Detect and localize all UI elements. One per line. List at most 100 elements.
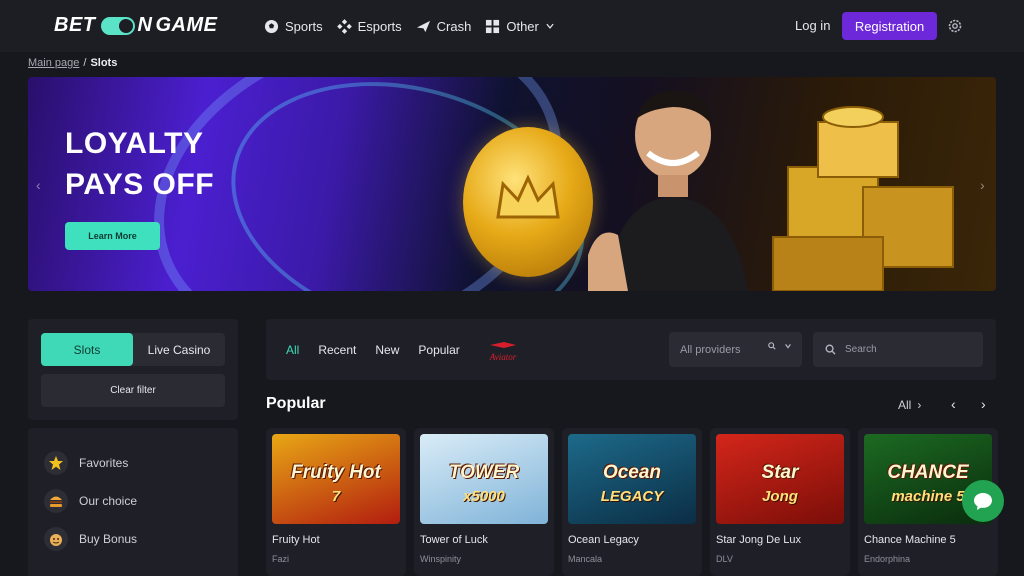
game-card[interactable]: Fruity Hot 7 Fruity Hot Fazi [266, 428, 406, 576]
grid-icon [486, 19, 500, 33]
game-provider: Endorphina [864, 554, 911, 564]
game-provider: DLV [716, 554, 733, 564]
category-our-choice-label: Our choice [79, 494, 138, 508]
brand-logo[interactable]: BET N GAME [54, 14, 217, 37]
logo-text-n: N [137, 14, 153, 36]
game-name: Chance Machine 5 [864, 534, 956, 546]
category-favorites[interactable]: Favorites [44, 451, 128, 475]
game-card[interactable]: Star Jong Star Jong De Lux DLV [710, 428, 850, 576]
game-provider: Fazi [272, 554, 290, 564]
game-card[interactable]: TOWER x5000 Tower of Luck Winspinity [414, 428, 554, 576]
thumbnail-title: Ocean [602, 462, 662, 483]
game-name: Star Jong De Lux [716, 534, 801, 546]
popular-section-title: Popular [266, 395, 326, 412]
logo-text-bet: BET [54, 14, 96, 36]
nav-esports-label: Esports [357, 18, 402, 34]
banner-title-line1: LOYALTY [65, 127, 204, 160]
main-nav: Sports Esports Crash Other [264, 0, 555, 52]
game-provider: Mancala [568, 554, 603, 564]
see-all-link[interactable]: All › [898, 398, 921, 412]
banner-next-arrow[interactable]: › [980, 177, 985, 193]
login-link[interactable]: Log in [795, 18, 830, 33]
search-box [813, 332, 983, 367]
banner-title: LOYALTY PAYS OFF [65, 123, 325, 205]
star-icon [44, 451, 68, 475]
thumbnail-title: CHANCE [887, 462, 969, 483]
crown-icon [496, 174, 560, 219]
chat-bubble-icon [974, 493, 992, 510]
category-buy-bonus[interactable]: Buy Bonus [44, 527, 137, 551]
game-provider: Winspinity [420, 554, 462, 564]
search-icon [768, 342, 776, 350]
category-favorites-label: Favorites [79, 456, 129, 470]
chevron-down-icon [785, 344, 791, 349]
nav-crash[interactable]: Crash [416, 18, 472, 34]
game-card[interactable]: Ocean LEGACY Ocean Legacy Mancala [562, 428, 702, 576]
game-name: Fruity Hot [272, 534, 320, 546]
game-type-switch: Slots Live Casino [41, 333, 225, 366]
search-input[interactable] [845, 344, 965, 355]
carousel-next-button[interactable]: › [981, 396, 986, 412]
burger-icon [44, 489, 68, 513]
nav-sports-label: Sports [285, 18, 323, 34]
nav-sports[interactable]: Sports [264, 19, 323, 34]
top-header: BET N GAME Sports Esports Crash Other Lo… [0, 0, 1024, 52]
promo-banner[interactable]: LOYALTY PAYS OFF Learn More ‹ › [28, 77, 996, 291]
gear-icon[interactable] [947, 18, 963, 34]
chevron-right-icon: › [917, 398, 922, 412]
nav-esports[interactable]: Esports [336, 18, 402, 34]
thumbnail-subtitle: LEGACY [600, 488, 664, 505]
search-icon [825, 344, 836, 355]
see-all-label: All [898, 398, 912, 412]
registration-button[interactable]: Registration [842, 12, 937, 40]
clear-filter-button[interactable]: Clear filter [41, 374, 225, 407]
banner-prev-arrow[interactable]: ‹ [36, 177, 41, 193]
slots-tab[interactable]: Slots [41, 333, 133, 366]
thumbnail-title: Star [761, 462, 799, 483]
thumbnail-subtitle: Jong [762, 488, 798, 505]
learn-more-button[interactable]: Learn More [65, 222, 160, 250]
banner-title-line2: PAYS OFF [65, 168, 215, 201]
providers-dropdown[interactable]: All providers [669, 332, 802, 367]
filter-bar: All Recent New Popular Aviator All provi… [266, 319, 996, 380]
breadcrumb: Main page / Slots [28, 57, 117, 69]
carousel-prev-button[interactable]: ‹ [951, 396, 956, 412]
thumbnail-title: TOWER [448, 462, 520, 483]
nav-other[interactable]: Other [485, 19, 555, 34]
game-thumbnail[interactable]: Star Jong [716, 434, 844, 524]
aviator-logo[interactable]: Aviator [484, 339, 522, 365]
plane-icon [416, 20, 430, 32]
smiling-man-image [588, 90, 748, 291]
providers-controls [768, 342, 792, 353]
tab-all[interactable]: All [286, 343, 299, 357]
category-buy-bonus-label: Buy Bonus [79, 532, 138, 546]
breadcrumb-separator: / [83, 57, 87, 69]
game-name: Ocean Legacy [568, 534, 639, 546]
bonus-icon [44, 527, 68, 551]
category-our-choice[interactable]: Our choice [44, 489, 137, 513]
logo-o-icon [100, 16, 135, 35]
live-casino-tab[interactable]: Live Casino [133, 333, 225, 366]
chat-button[interactable] [962, 480, 1004, 522]
thumbnail-subtitle: x5000 [463, 488, 505, 505]
filter-tabs: All Recent New Popular [286, 319, 479, 380]
game-type-panel: Slots Live Casino Clear filter [28, 319, 238, 420]
thumbnail-subtitle: 7 [331, 488, 341, 505]
game-thumbnail[interactable]: Ocean LEGACY [568, 434, 696, 524]
tab-popular[interactable]: Popular [418, 343, 459, 357]
chevron-down-icon [546, 23, 554, 29]
nav-crash-label: Crash [436, 18, 472, 34]
gamepad-icon [336, 18, 352, 34]
providers-placeholder: All providers [680, 343, 741, 356]
thumbnail-title: Fruity Hot [291, 462, 381, 483]
tab-recent[interactable]: Recent [318, 343, 356, 357]
tab-new[interactable]: New [375, 343, 399, 357]
breadcrumb-current: Slots [90, 57, 118, 69]
game-name: Tower of Luck [420, 534, 488, 546]
game-thumbnail[interactable]: TOWER x5000 [420, 434, 548, 524]
nav-other-label: Other [506, 18, 539, 34]
game-thumbnail[interactable]: Fruity Hot 7 [272, 434, 400, 524]
popular-games-carousel: Fruity Hot 7 Fruity Hot Fazi TOWER x5000… [266, 428, 998, 576]
gold-bars-image [772, 106, 954, 291]
breadcrumb-home-link[interactable]: Main page [28, 57, 79, 69]
